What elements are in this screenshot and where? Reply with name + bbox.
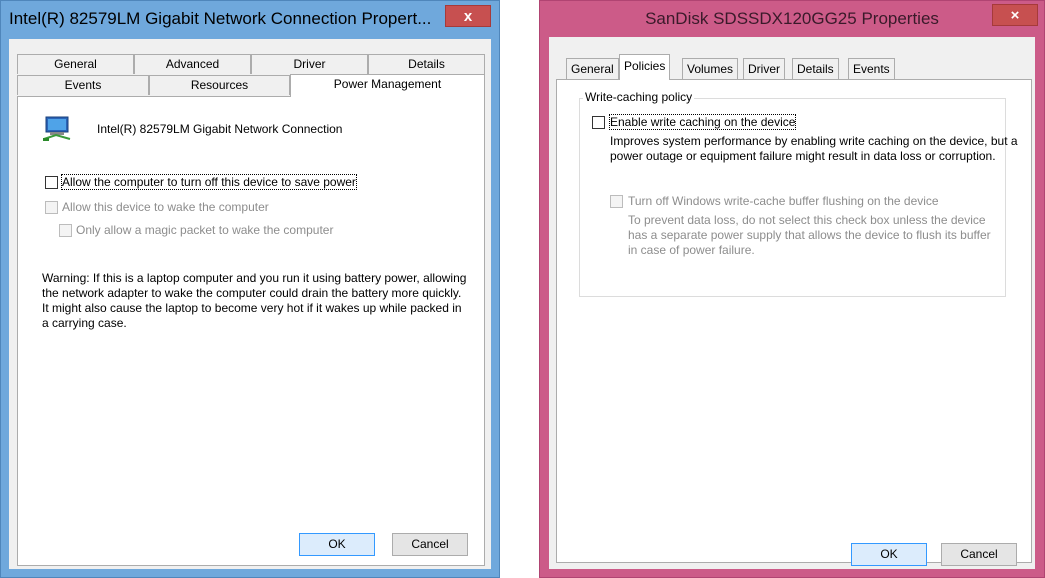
- wake-label: Allow this device to wake the computer: [62, 200, 269, 214]
- turn-off-checkbox[interactable]: [45, 176, 58, 189]
- tab-general[interactable]: General: [17, 54, 134, 74]
- dialog-title: Intel(R) 82579LM Gigabit Network Connect…: [9, 9, 432, 28]
- close-button[interactable]: ×: [992, 4, 1038, 26]
- tab-events[interactable]: Events: [17, 75, 149, 95]
- tab-driver[interactable]: Driver: [251, 54, 368, 74]
- magic-packet-label: Only allow a magic packet to wake the co…: [76, 223, 334, 237]
- tab-driver[interactable]: Driver: [743, 58, 785, 79]
- turn-off-flushing-description: To prevent data loss, do not select this…: [628, 213, 991, 257]
- tab-general[interactable]: General: [566, 58, 619, 79]
- dialog-body: General Policies Volumes Driver Details …: [549, 37, 1035, 569]
- wake-checkbox[interactable]: [45, 201, 58, 214]
- dialog-title: SanDisk SDSSDX120GG25 Properties: [645, 9, 939, 28]
- tab-power-management[interactable]: Power Management: [290, 74, 485, 97]
- cancel-button[interactable]: Cancel: [941, 543, 1017, 566]
- device-name: Intel(R) 82579LM Gigabit Network Connect…: [97, 122, 343, 136]
- tab-details[interactable]: Details: [792, 58, 839, 79]
- enable-write-caching-checkbox[interactable]: [592, 116, 605, 129]
- tab-volumes[interactable]: Volumes: [682, 58, 739, 79]
- enable-write-caching-description: Improves system performance by enabling …: [610, 134, 1018, 163]
- dialog-body: General Advanced Driver Details Events R…: [9, 39, 491, 569]
- disk-properties-dialog: SanDisk SDSSDX120GG25 Properties × Gener…: [539, 0, 1045, 578]
- turn-off-flushing-label: Turn off Windows write-cache buffer flus…: [628, 194, 939, 208]
- ok-button[interactable]: OK: [299, 533, 375, 556]
- power-management-page: Intel(R) 82579LM Gigabit Network Connect…: [17, 96, 485, 566]
- warning-text: Warning: If this is a laptop computer an…: [42, 271, 467, 330]
- turn-off-flushing-checkbox[interactable]: [610, 195, 623, 208]
- tab-policies[interactable]: Policies: [619, 54, 671, 80]
- tab-advanced[interactable]: Advanced: [134, 54, 251, 74]
- tab-details[interactable]: Details: [368, 54, 485, 74]
- turn-off-label[interactable]: Allow the computer to turn off this devi…: [61, 174, 357, 190]
- group-title: Write-caching policy: [583, 90, 695, 104]
- ok-button[interactable]: OK: [851, 543, 927, 566]
- titlebar[interactable]: Intel(R) 82579LM Gigabit Network Connect…: [1, 1, 499, 39]
- network-adapter-icon: [43, 116, 71, 141]
- magic-packet-checkbox[interactable]: [59, 224, 72, 237]
- policies-page: Write-caching policy Enable write cachin…: [556, 79, 1032, 563]
- network-properties-dialog: Intel(R) 82579LM Gigabit Network Connect…: [0, 0, 500, 578]
- tab-resources[interactable]: Resources: [149, 75, 290, 95]
- close-button[interactable]: x: [445, 5, 491, 27]
- cancel-button[interactable]: Cancel: [392, 533, 468, 556]
- titlebar[interactable]: SanDisk SDSSDX120GG25 Properties ×: [540, 1, 1044, 39]
- enable-write-caching-label[interactable]: Enable write caching on the device: [608, 114, 797, 130]
- tab-events[interactable]: Events: [848, 58, 895, 79]
